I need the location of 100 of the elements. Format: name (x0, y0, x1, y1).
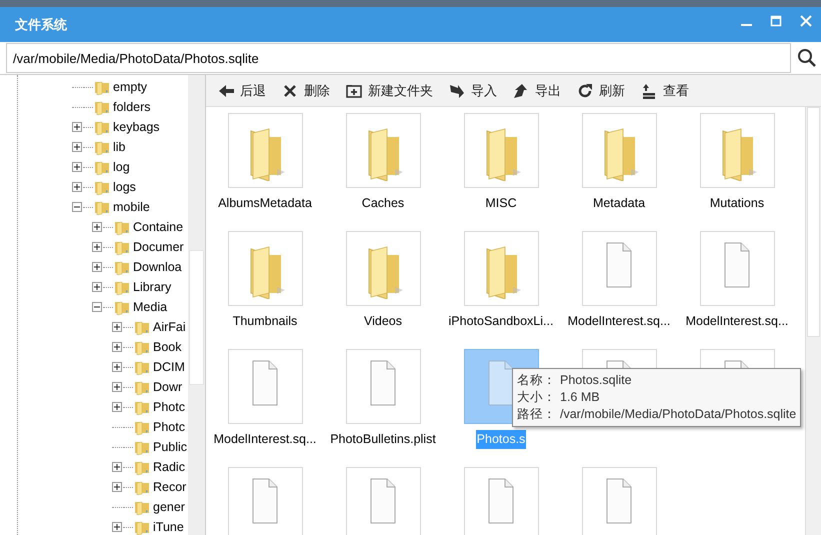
file-tile[interactable] (582, 231, 656, 306)
expand-toggle[interactable] (112, 342, 122, 352)
folder-tile[interactable] (346, 113, 420, 188)
tree-item[interactable]: iTune (153, 518, 184, 535)
tree-item[interactable]: mobile (113, 198, 150, 216)
tree-item[interactable]: Recor (153, 478, 186, 496)
tree-item[interactable]: Radic (153, 458, 185, 476)
tree-item[interactable]: empty (113, 78, 148, 96)
path-field[interactable]: /var/mobile/Media/PhotoData/Photos.sqlite (6, 43, 791, 73)
folder-icon (134, 419, 150, 435)
export-button[interactable]: 导出 (505, 80, 569, 100)
tree-item[interactable]: gener (153, 498, 185, 516)
search-icon[interactable] (797, 48, 817, 68)
expand-toggle[interactable] (72, 122, 82, 132)
tree-item[interactable]: keybags (113, 118, 160, 136)
tooltip-value: /var/mobile/Media/PhotoData/Photos.sqlite (560, 407, 796, 421)
scrollbar[interactable] (188, 75, 205, 535)
view-button[interactable]: 查看 (633, 80, 697, 100)
plus-icon (113, 383, 121, 391)
expand-toggle[interactable] (112, 382, 122, 392)
collapse-toggle[interactable] (92, 302, 102, 312)
file-tile[interactable] (228, 349, 302, 424)
expand-toggle[interactable] (72, 142, 82, 152)
expand-toggle[interactable] (92, 222, 102, 232)
tree-item[interactable]: Containe (133, 218, 184, 236)
folder-icon (134, 479, 150, 495)
file-tile[interactable] (582, 467, 656, 535)
tree-item[interactable]: Documer (133, 238, 184, 256)
folder-tile[interactable] (228, 231, 302, 306)
folder-icon (94, 99, 110, 115)
folder-icon (134, 499, 150, 515)
collapse-toggle[interactable] (72, 202, 82, 212)
plus-icon (113, 343, 121, 351)
tree-item[interactable]: Dowr (153, 378, 182, 396)
tree-item[interactable]: DCIM (153, 358, 185, 376)
file-tile[interactable] (346, 467, 420, 535)
file-name: PhotoBulletins.plist (329, 431, 437, 448)
plus-icon (73, 183, 81, 191)
refresh-button[interactable]: 刷新 (569, 80, 633, 100)
file-tile[interactable] (700, 231, 774, 306)
plus-icon (113, 483, 121, 491)
file-name: Metadata (592, 195, 646, 212)
expand-toggle[interactable] (112, 362, 122, 372)
expand-toggle[interactable] (72, 182, 82, 192)
tree-item[interactable]: AirFai (153, 318, 186, 336)
plus-icon (113, 463, 121, 471)
folder-tile[interactable] (464, 231, 538, 306)
expand-toggle[interactable] (92, 282, 102, 292)
folder-icon (134, 519, 150, 535)
folder-tile[interactable] (228, 113, 302, 188)
folder-tile[interactable] (346, 231, 420, 306)
file-tile[interactable] (464, 467, 538, 535)
file-name: Photos.s (476, 430, 526, 449)
folder-icon (114, 299, 130, 315)
folder-icon (94, 159, 110, 175)
back-arrow-icon (218, 82, 234, 98)
tree-item[interactable]: Downloa (133, 258, 182, 276)
file-name: iPhotoSandboxLi... (448, 313, 554, 330)
tree-item[interactable]: Photc (153, 418, 185, 436)
tooltip-label: 大小： (517, 390, 556, 404)
up-arrow-icon (513, 82, 529, 98)
tree-item[interactable]: logs (113, 178, 136, 196)
expand-toggle[interactable] (92, 242, 102, 252)
tree-item[interactable]: lib (113, 138, 126, 156)
file-name: ModelInterest.sq... (566, 313, 672, 330)
file-tile[interactable] (346, 349, 420, 424)
import-button[interactable]: 导入 (441, 80, 505, 100)
file-name: Videos (363, 313, 403, 330)
file-name: Thumbnails (232, 313, 298, 330)
tree-item[interactable]: Public (153, 438, 188, 456)
expand-toggle[interactable] (72, 162, 82, 172)
folder-icon (134, 379, 150, 395)
folder-icon (134, 319, 150, 335)
file-tile[interactable] (228, 467, 302, 535)
expand-toggle[interactable] (112, 462, 122, 472)
tree-item[interactable]: Book (153, 338, 182, 356)
delete-button[interactable]: 删除 (274, 80, 338, 100)
tree-item[interactable]: Media (133, 298, 168, 316)
refresh-icon (577, 82, 593, 98)
plus-icon (73, 123, 81, 131)
back-button[interactable]: 后退 (210, 80, 274, 100)
folder-tile[interactable] (700, 113, 774, 188)
tree-item[interactable]: Photc (153, 398, 185, 416)
folder-tile[interactable] (464, 113, 538, 188)
expand-toggle[interactable] (112, 402, 122, 412)
plus-icon (93, 243, 101, 251)
expand-toggle[interactable] (112, 522, 122, 532)
folder-icon (114, 219, 130, 235)
tree-item[interactable]: log (113, 158, 130, 176)
newfolder-button[interactable]: 新建文件夹 (338, 80, 441, 100)
scrollbar[interactable] (805, 107, 821, 535)
tooltip-value: Photos.sqlite (560, 373, 632, 387)
folder-icon (134, 359, 150, 375)
tooltip-label: 路径： (517, 407, 556, 421)
expand-toggle[interactable] (112, 482, 122, 492)
expand-toggle[interactable] (112, 322, 122, 332)
expand-toggle[interactable] (92, 262, 102, 272)
tree-item[interactable]: folders (113, 98, 151, 116)
tree-item[interactable]: Library (133, 278, 172, 296)
folder-tile[interactable] (582, 113, 656, 188)
